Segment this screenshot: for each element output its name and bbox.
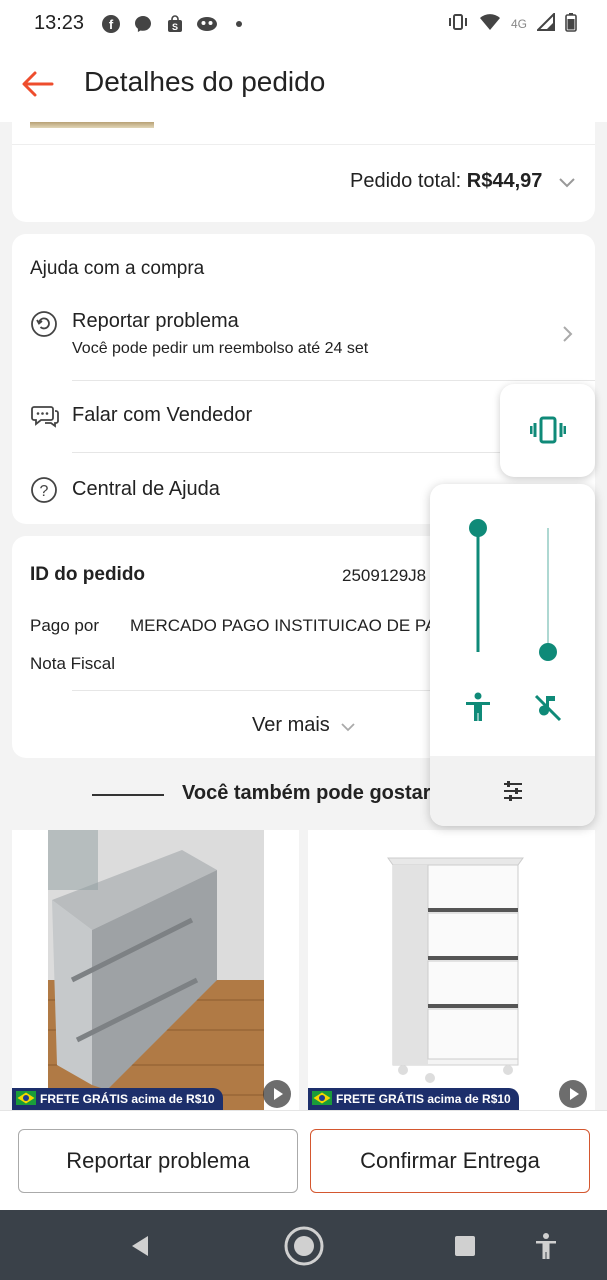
divider xyxy=(12,144,595,145)
confirm-delivery-button[interactable]: Confirmar Entrega xyxy=(310,1129,590,1193)
brazil-flag-icon xyxy=(16,1091,36,1105)
status-bar: 13:23 f S 4G xyxy=(0,0,607,48)
free-shipping-text: FRETE GRÁTIS acima de R$10 xyxy=(40,1092,215,1106)
sliders-settings-icon[interactable] xyxy=(502,780,524,807)
order-id-value: 2509129J8 xyxy=(342,566,427,585)
help-item-label: Central de Ajuda xyxy=(72,478,220,500)
arrow-left-icon[interactable] xyxy=(18,64,58,104)
divider xyxy=(92,794,164,796)
vibrate-icon xyxy=(529,416,567,449)
signal-icon xyxy=(535,11,555,34)
bottom-action-bar: Reportar problema Confirmar Entrega xyxy=(0,1110,607,1210)
order-id-label: ID do pedido xyxy=(30,564,146,585)
help-card: Ajuda com a compra Reportar problema Voc… xyxy=(12,234,595,524)
system-nav-bar xyxy=(0,1210,607,1280)
recents-nav-icon[interactable] xyxy=(443,1224,487,1268)
order-total[interactable]: Pedido total: R$44,97 xyxy=(350,170,542,193)
product-thumbnail xyxy=(30,122,154,128)
chevron-right-icon xyxy=(561,324,575,344)
media-volume-slider-thumb[interactable] xyxy=(539,643,557,661)
dot-icon xyxy=(228,13,250,35)
play-video-icon[interactable] xyxy=(559,1080,587,1108)
help-item-subtitle: Você pode pedir um reembolso até 24 set xyxy=(72,340,369,357)
play-video-icon[interactable] xyxy=(263,1080,291,1108)
ringer-mode-button[interactable] xyxy=(500,384,595,477)
app-header: Detalhes do pedido xyxy=(0,48,607,122)
face-icon xyxy=(196,13,218,35)
report-problem-button[interactable]: Reportar problema xyxy=(18,1129,298,1193)
paid-by-value: MERCADO PAGO INSTITUICAO DE PA xyxy=(130,616,430,635)
home-nav-icon[interactable] xyxy=(282,1224,326,1268)
help-item-label: Falar com Vendedor xyxy=(72,404,253,426)
order-total-value: R$44,97 xyxy=(466,170,543,192)
see-more-button[interactable]: Ver mais xyxy=(252,714,330,737)
chat-icon xyxy=(30,402,60,432)
chevron-down-icon[interactable] xyxy=(557,174,577,190)
brazil-flag-icon xyxy=(312,1091,332,1105)
return-icon xyxy=(30,310,60,340)
section-title: Ajuda com a compra xyxy=(30,258,205,279)
clock: 13:23 xyxy=(34,12,85,34)
free-shipping-text: FRETE GRÁTIS acima de R$10 xyxy=(336,1092,511,1106)
battery-icon xyxy=(565,12,577,35)
chevron-down-icon xyxy=(340,720,356,732)
network-type: 4G xyxy=(510,16,527,31)
accessibility-volume-icon xyxy=(464,692,492,727)
help-item-report-problem[interactable]: Reportar problema Você pode pedir um ree… xyxy=(12,306,595,386)
product-card[interactable]: FRETE GRÁTIS acima de R$10 xyxy=(308,830,595,1110)
messenger-icon xyxy=(132,13,154,35)
accessibility-nav-icon[interactable] xyxy=(524,1224,568,1268)
invoice-label: Nota Fiscal xyxy=(30,654,116,673)
media-muted-icon[interactable] xyxy=(532,692,564,729)
wifi-icon xyxy=(479,12,501,35)
help-item-label: Reportar problema xyxy=(72,310,239,332)
volume-settings-footer xyxy=(430,756,595,826)
facebook-icon: f xyxy=(100,13,122,35)
svg-text:?: ? xyxy=(40,483,49,500)
shopping-bag-icon: S xyxy=(164,13,186,35)
free-shipping-badge: FRETE GRÁTIS acima de R$10 xyxy=(308,1088,519,1110)
free-shipping-badge: FRETE GRÁTIS acima de R$10 xyxy=(12,1088,223,1110)
product-image-white-drawer-cabinet xyxy=(308,830,595,1110)
order-total-label: Pedido total: xyxy=(350,170,467,192)
divider xyxy=(72,380,595,381)
back-nav-icon[interactable] xyxy=(118,1224,162,1268)
paid-by-label: Pago por xyxy=(30,616,99,635)
svg-text:f: f xyxy=(109,17,114,32)
page-title: Detalhes do pedido xyxy=(84,66,326,97)
volume-panel xyxy=(430,484,595,826)
volume-sliders[interactable] xyxy=(430,484,595,756)
vibrate-icon xyxy=(447,12,469,35)
recommendations-title: Você também pode gostar xyxy=(182,782,431,804)
accessibility-volume-slider-thumb[interactable] xyxy=(469,519,487,537)
svg-text:S: S xyxy=(172,22,178,32)
order-total-card: Pedido total: R$44,97 xyxy=(12,122,595,222)
help-icon: ? xyxy=(30,476,60,506)
product-image-metal-cart xyxy=(12,830,299,1110)
product-card[interactable]: FRETE GRÁTIS acima de R$10 xyxy=(12,830,299,1110)
